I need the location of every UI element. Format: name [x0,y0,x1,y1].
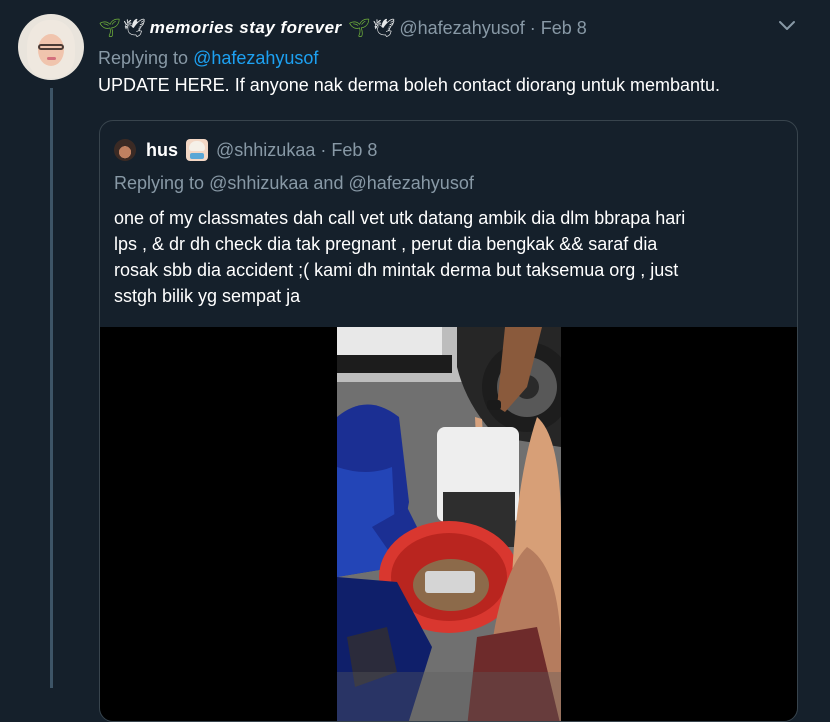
quoted-replying-prefix: Replying to [114,173,205,193]
quoted-header: hus @shhizukaa · Feb 8 [114,139,377,161]
quoted-tweet[interactable]: hus @shhizukaa · Feb 8 Replying to @shhi… [99,120,798,722]
seedling-icon: 🌱︎ [347,18,371,38]
meta-separator: · [524,17,541,38]
dove-icon: 🕊︎ [372,18,396,38]
chevron-down-icon[interactable] [776,16,798,36]
tweet-header: 🌱︎ 🕊︎ memories stay forever 🌱︎ 🕊︎ @hafez… [98,16,587,40]
quoted-text-line: lps , & dr dh check dia tak pregnant , p… [114,234,658,254]
replying-prefix: Replying to [98,48,189,68]
video-frame[interactable] [337,327,561,721]
avatar-lips [47,57,56,60]
cat-emoji-icon [186,139,209,161]
quoted-date: Feb 8 [331,139,378,160]
thread-connector-line [50,88,53,688]
replying-to-link[interactable]: @hafezahyusof [193,48,318,68]
avatar-glasses [38,44,64,50]
replying-to-line: Replying to @hafezahyusof [98,48,318,69]
quoted-text-line: sstgh bilik yg sempat ja [114,286,301,306]
avatar-face [38,34,64,66]
quoted-replying-to-line: Replying to @shhizukaa and @hafezahyusof [114,173,474,194]
avatar[interactable] [18,14,84,80]
quoted-replying-second: @hafezahyusof [348,173,474,193]
dove-icon: 🕊︎ [122,18,146,38]
quoted-replying-and: and [313,173,344,193]
video-scene-illustration [337,327,561,721]
quoted-text-line: rosak sbb dia accident ;( kami dh mintak… [114,260,679,280]
seedling-icon: 🌱︎ [98,18,121,38]
handle[interactable]: @hafezahyusof [399,18,524,39]
quoted-handle: @shhizukaa [216,139,316,160]
quoted-replying-first: @shhizukaa [209,173,309,193]
quoted-text-line: one of my classmates dah call vet utk da… [114,208,686,228]
meta-separator: · [315,139,332,160]
quoted-display-name: hus [146,139,179,160]
tweet-date[interactable]: Feb 8 [541,18,587,39]
display-name[interactable]: memories stay forever [150,18,342,38]
tweet-text: UPDATE HERE. If anyone nak derma boleh c… [98,75,720,95]
quoted-text: one of my classmates dah call vet utk da… [114,205,784,309]
quoted-avatar [114,139,136,161]
quoted-media[interactable] [100,327,797,721]
